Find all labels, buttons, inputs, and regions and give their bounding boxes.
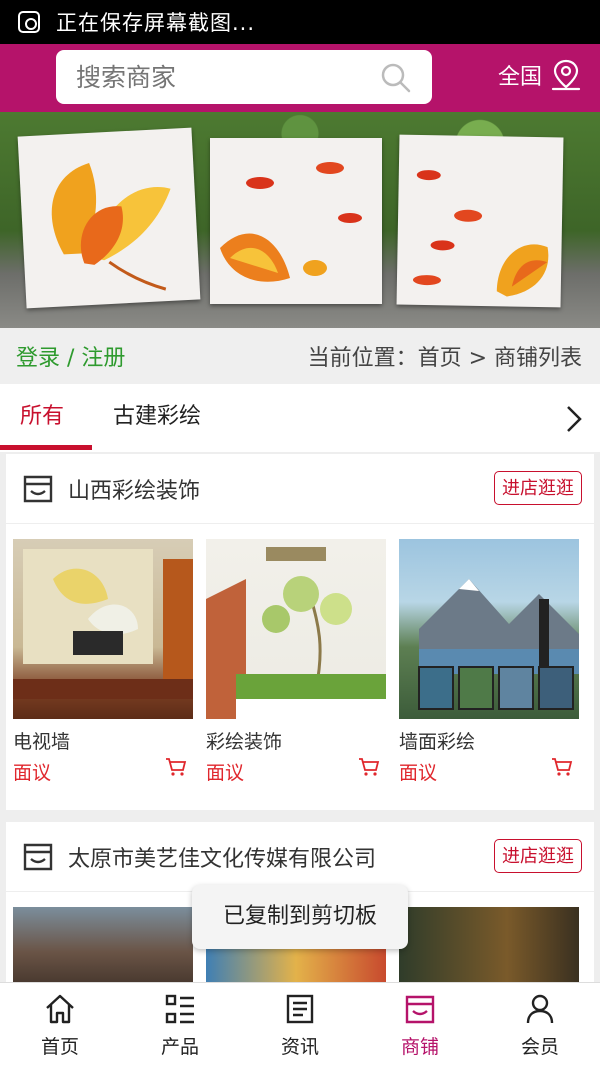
screenshot-icon <box>18 11 40 33</box>
product-image[interactable] <box>13 539 193 719</box>
category-tabs: 所有 古建彩绘 <box>0 384 600 452</box>
visit-shop-button[interactable]: 进店逛逛 <box>494 839 582 873</box>
product-name: 彩绘装饰 <box>206 731 283 753</box>
product-item[interactable]: 墙面彩绘 面议 <box>399 539 579 785</box>
region-selector[interactable]: 全国 <box>498 58 582 92</box>
cart-icon[interactable] <box>551 757 573 777</box>
banner-panel <box>210 138 382 304</box>
grid-icon <box>165 994 194 1024</box>
login-register-link[interactable]: 登录 / 注册 <box>16 340 125 372</box>
search-icon[interactable] <box>380 62 412 94</box>
copied-toast: 已复制到剪切板 <box>192 885 408 949</box>
tab-all[interactable]: 所有 <box>20 384 64 452</box>
news-icon <box>286 994 314 1024</box>
banner-panel <box>396 134 564 308</box>
header: 全国 <box>0 44 600 112</box>
store-icon <box>405 995 435 1024</box>
shop-name[interactable]: 山西彩绘装饰 <box>68 473 200 505</box>
product-item[interactable]: 电视墙 面议 <box>13 539 193 785</box>
location-pin-icon <box>551 59 581 91</box>
product-image[interactable] <box>399 907 579 982</box>
nav-label: 商铺 <box>400 1036 439 1058</box>
banner-panel <box>17 127 201 309</box>
nav-products[interactable]: 产品 <box>120 983 240 1067</box>
nav-label: 会员 <box>520 1036 559 1058</box>
chevron-right-icon[interactable] <box>564 404 584 434</box>
cart-icon[interactable] <box>165 757 187 777</box>
visit-shop-button[interactable]: 进店逛逛 <box>494 471 582 505</box>
region-label: 全国 <box>497 65 542 90</box>
user-icon <box>526 994 554 1024</box>
breadcrumb: 当前位置：首页 > 商铺列表 <box>307 346 582 371</box>
product-item[interactable] <box>13 907 193 982</box>
shop-header: 山西彩绘装饰 进店逛逛 <box>6 454 594 524</box>
product-item[interactable] <box>399 907 579 982</box>
bottom-nav: 首页 产品 资讯 商铺 会员 <box>0 982 600 1067</box>
product-list: 电视墙 面议 彩绘装饰 面议 墙面彩绘 面议 <box>6 524 594 784</box>
product-item[interactable]: 彩绘装饰 面议 <box>206 539 386 785</box>
status-text: 正在保存屏幕截图... <box>56 11 256 35</box>
tab-ancient-painting[interactable]: 古建彩绘 <box>113 384 201 452</box>
nav-news[interactable]: 资讯 <box>240 983 360 1067</box>
banner-image[interactable] <box>0 112 600 328</box>
breadcrumb-bar: 登录 / 注册 当前位置：首页 > 商铺列表 <box>0 328 600 384</box>
store-icon <box>23 475 53 502</box>
nav-member[interactable]: 会员 <box>480 983 600 1067</box>
product-image[interactable] <box>13 907 193 982</box>
nav-label: 资讯 <box>280 1036 319 1058</box>
active-tab-indicator <box>0 445 92 450</box>
shop-name[interactable]: 太原市美艺佳文化传媒有限公司 <box>68 841 376 873</box>
nav-home[interactable]: 首页 <box>0 983 120 1067</box>
product-image[interactable] <box>206 539 386 719</box>
nav-shops[interactable]: 商铺 <box>360 983 480 1067</box>
nav-label: 产品 <box>160 1036 199 1058</box>
nav-label: 首页 <box>40 1036 79 1058</box>
shop-header: 太原市美艺佳文化传媒有限公司 进店逛逛 <box>6 822 594 892</box>
store-icon <box>23 843 53 870</box>
product-name: 墙面彩绘 <box>399 731 476 753</box>
search-box[interactable] <box>56 50 432 104</box>
shop-card: 山西彩绘装饰 进店逛逛 电视墙 面议 彩绘装饰 面议 墙面彩绘 面议 <box>6 454 594 810</box>
cart-icon[interactable] <box>358 757 380 777</box>
home-icon <box>46 994 74 1024</box>
product-name: 电视墙 <box>13 731 71 753</box>
status-bar: 正在保存屏幕截图... <box>0 0 600 44</box>
product-image[interactable] <box>399 539 579 719</box>
search-input[interactable] <box>76 62 366 92</box>
